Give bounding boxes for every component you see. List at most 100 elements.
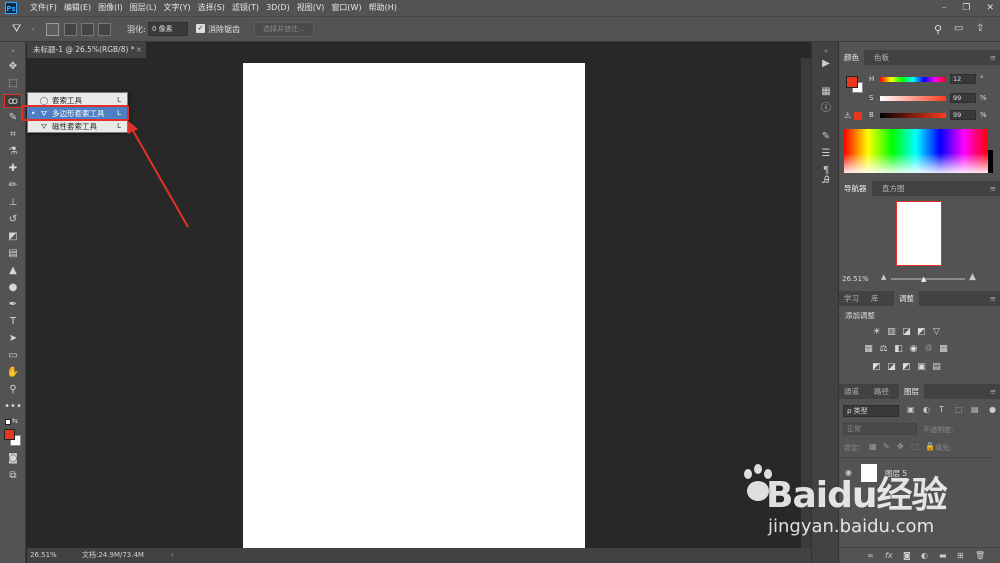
menu-type[interactable]: 文字(Y) <box>163 0 190 16</box>
marquee-tool-icon[interactable]: ⬚ <box>4 77 22 91</box>
tab-layers[interactable]: 图层 <box>899 384 924 399</box>
posterize-icon[interactable]: ◪ <box>886 362 897 372</box>
color-panel-foreground-swatch[interactable] <box>846 76 858 88</box>
path-selection-tool-icon[interactable]: ➤ <box>4 332 22 346</box>
restore-icon[interactable]: ❐ <box>962 0 970 16</box>
rectangle-tool-icon[interactable]: ▭ <box>4 349 22 363</box>
add-mask-icon[interactable]: ◙ <box>903 551 911 560</box>
photo-filter-icon[interactable]: ◉ <box>908 344 919 354</box>
s-value-field[interactable]: 99 <box>950 93 976 103</box>
feather-input[interactable]: 0 像素 <box>148 22 188 36</box>
zoom-slider-thumb[interactable]: ▲ <box>921 275 926 283</box>
color-balance-icon[interactable]: ⚖ <box>878 344 889 354</box>
default-colors-icon[interactable] <box>5 419 11 425</box>
channel-mixer-icon[interactable]: ♲ <box>923 344 934 354</box>
lock-artboard-icon[interactable]: ⬚ <box>911 442 919 451</box>
new-selection-button[interactable] <box>46 23 59 36</box>
invert-icon[interactable]: ◩ <box>871 362 882 372</box>
close-tab-icon[interactable]: × <box>136 42 142 58</box>
menu-help[interactable]: 帮助(H) <box>369 0 397 16</box>
crop-tool-icon[interactable]: ⌗ <box>4 128 22 142</box>
intersect-selection-button[interactable] <box>98 23 111 36</box>
navigator-zoom-slider[interactable] <box>891 278 965 280</box>
h-value-field[interactable]: 12 <box>950 74 976 84</box>
navigator-zoom[interactable]: 26.51% <box>842 275 869 283</box>
lasso-tool-icon[interactable]: ꝏ <box>4 94 22 108</box>
panel-menu-icon[interactable]: ≡ <box>990 384 996 399</box>
toolbar-collapse-icon[interactable]: « <box>4 44 22 58</box>
panel-menu-icon[interactable]: ≡ <box>990 50 996 65</box>
screen-mode-icon[interactable]: ⧉ <box>4 469 22 483</box>
info-panel-icon[interactable]: ⓘ <box>818 102 834 116</box>
blur-tool-icon[interactable]: ▲ <box>4 264 22 278</box>
layer-filter-dropdown[interactable]: ρ 类型 <box>843 405 899 417</box>
select-and-mask-button[interactable]: 选择并遮住... <box>254 22 314 37</box>
new-adjustment-layer-icon[interactable]: ◐ <box>921 551 928 560</box>
move-tool-icon[interactable]: ✥ <box>4 60 22 74</box>
play-action-icon[interactable]: ▶ <box>818 57 834 71</box>
new-layer-icon[interactable]: ⊞ <box>957 551 964 560</box>
tab-color[interactable]: 颜色 <box>839 50 864 65</box>
filter-pixel-icon[interactable]: ▣ <box>907 405 915 414</box>
antialias-checkbox[interactable]: ✓ <box>196 24 205 33</box>
brush-tool-icon[interactable]: ✏ <box>4 179 22 193</box>
document-canvas[interactable] <box>243 63 585 548</box>
vibrance-icon[interactable]: ▽ <box>931 327 942 337</box>
h-slider[interactable] <box>880 77 946 82</box>
subtract-from-selection-button[interactable] <box>81 23 94 36</box>
levels-icon[interactable]: ▥ <box>886 327 897 337</box>
zoom-in-icon[interactable]: ▲ <box>969 272 976 282</box>
panel-menu-icon[interactable]: ≡ <box>990 181 996 196</box>
color-spectrum[interactable] <box>844 129 988 173</box>
lock-image-icon[interactable]: ✎ <box>883 442 890 451</box>
new-group-icon[interactable]: ▬ <box>939 551 947 560</box>
menu-filter[interactable]: 滤镜(T) <box>232 0 259 16</box>
flyout-item-magnetic-lasso[interactable]: ⛛ 磁性套索工具 L <box>28 120 127 133</box>
workspace-icon[interactable]: ▭ <box>954 23 963 34</box>
lock-position-icon[interactable]: ✥ <box>897 442 904 451</box>
color-lookup-icon[interactable]: ▦ <box>938 344 949 354</box>
exposure-icon[interactable]: ◩ <box>916 327 927 337</box>
lock-all-icon[interactable]: 🔒 <box>925 442 935 451</box>
character-panel-icon[interactable]: Ꭿ <box>818 174 834 188</box>
healing-brush-tool-icon[interactable]: ✚ <box>4 162 22 176</box>
history-brush-tool-icon[interactable]: ↺ <box>4 213 22 227</box>
link-layers-icon[interactable]: ∞ <box>867 551 874 560</box>
close-window-icon[interactable]: ✕ <box>986 0 994 16</box>
gradient-map-icon[interactable]: ▤ <box>931 362 942 372</box>
hand-tool-icon[interactable]: ✋ <box>4 366 22 380</box>
filter-toggle-icon[interactable]: ● <box>989 405 996 414</box>
menu-layer[interactable]: 图层(L) <box>130 0 157 16</box>
filter-type-icon[interactable]: T <box>939 405 944 414</box>
eyedropper-tool-icon[interactable]: ⚗ <box>4 145 22 159</box>
selective-color-icon[interactable]: ▣ <box>916 362 927 372</box>
brightness-contrast-icon[interactable]: ☀ <box>871 327 882 337</box>
menu-window[interactable]: 窗口(W) <box>331 0 361 16</box>
menu-3d[interactable]: 3D(D) <box>266 0 290 16</box>
navigator-thumbnail[interactable] <box>896 201 942 266</box>
black-white-icon[interactable]: ◧ <box>893 344 904 354</box>
layer-style-icon[interactable]: fx <box>885 551 893 560</box>
status-arrow-icon[interactable]: › <box>171 548 174 563</box>
dodge-tool-icon[interactable]: ● <box>4 281 22 295</box>
b-slider[interactable] <box>880 113 946 118</box>
threshold-icon[interactable]: ◩ <box>901 362 912 372</box>
lock-transparent-icon[interactable]: ▦ <box>869 442 877 451</box>
tab-learn[interactable]: 学习 <box>839 291 864 306</box>
zoom-tool-icon[interactable]: ⚲ <box>4 383 22 397</box>
menu-select[interactable]: 选择(S) <box>198 0 225 16</box>
quick-selection-tool-icon[interactable]: ✎ <box>4 111 22 125</box>
menu-view[interactable]: 视图(V) <box>297 0 325 16</box>
black-swatch[interactable] <box>988 150 993 173</box>
tab-histogram[interactable]: 直方图 <box>877 181 910 196</box>
search-icon[interactable]: ⚲ <box>934 23 942 36</box>
type-tool-icon[interactable]: T <box>4 315 22 329</box>
tab-channels[interactable]: 通道 <box>839 384 864 399</box>
curves-icon[interactable]: ◪ <box>901 327 912 337</box>
brush-panel-icon[interactable]: ✎ <box>818 130 834 144</box>
more-tools-icon[interactable]: ••• <box>4 400 22 414</box>
document-tab[interactable]: 未标题-1 @ 26.5%(RGB/8) * × <box>27 42 147 58</box>
chevron-down-icon[interactable]: ⌄ <box>30 24 36 32</box>
tab-libraries[interactable]: 库 <box>866 291 884 306</box>
swap-colors-icon[interactable]: ⇆ <box>12 417 18 425</box>
